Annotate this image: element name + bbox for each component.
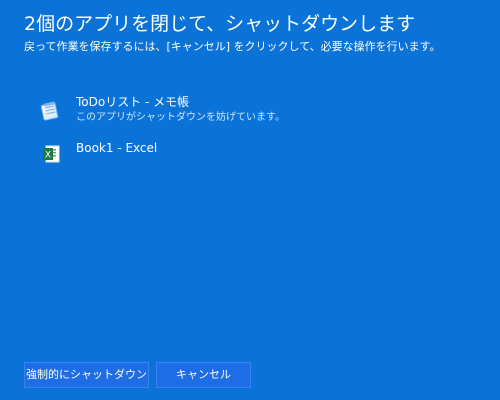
blocking-app-list: ToDoリスト - メモ帳 このアプリがシャットダウンを妨げています。 X Bo… xyxy=(40,94,460,176)
cancel-button[interactable]: キャンセル xyxy=(156,362,251,388)
page-title: 2個のアプリを閉じて、シャットダウンします xyxy=(24,13,416,35)
app-name: ToDoリスト - メモ帳 xyxy=(76,95,190,109)
notepad-icon xyxy=(40,100,62,122)
excel-icon: X xyxy=(40,143,62,165)
app-name: Book1 - Excel xyxy=(76,141,158,155)
page-subtitle: 戻って作業を保存するには、[キャンセル] をクリックして、必要な操作を行います。 xyxy=(24,40,441,53)
action-buttons: 強制的にシャットダウン キャンセル xyxy=(24,362,264,388)
shutdown-screen: 2個のアプリを閉じて、シャットダウンします 戻って作業を保存するには、[キャンセ… xyxy=(0,0,500,400)
svg-text:X: X xyxy=(45,151,51,161)
app-item-excel: X Book1 - Excel xyxy=(40,140,460,164)
app-item-notepad: ToDoリスト - メモ帳 このアプリがシャットダウンを妨げています。 xyxy=(40,94,460,128)
app-status: このアプリがシャットダウンを妨げています。 xyxy=(76,112,285,123)
force-shutdown-button[interactable]: 強制的にシャットダウン xyxy=(24,362,149,388)
